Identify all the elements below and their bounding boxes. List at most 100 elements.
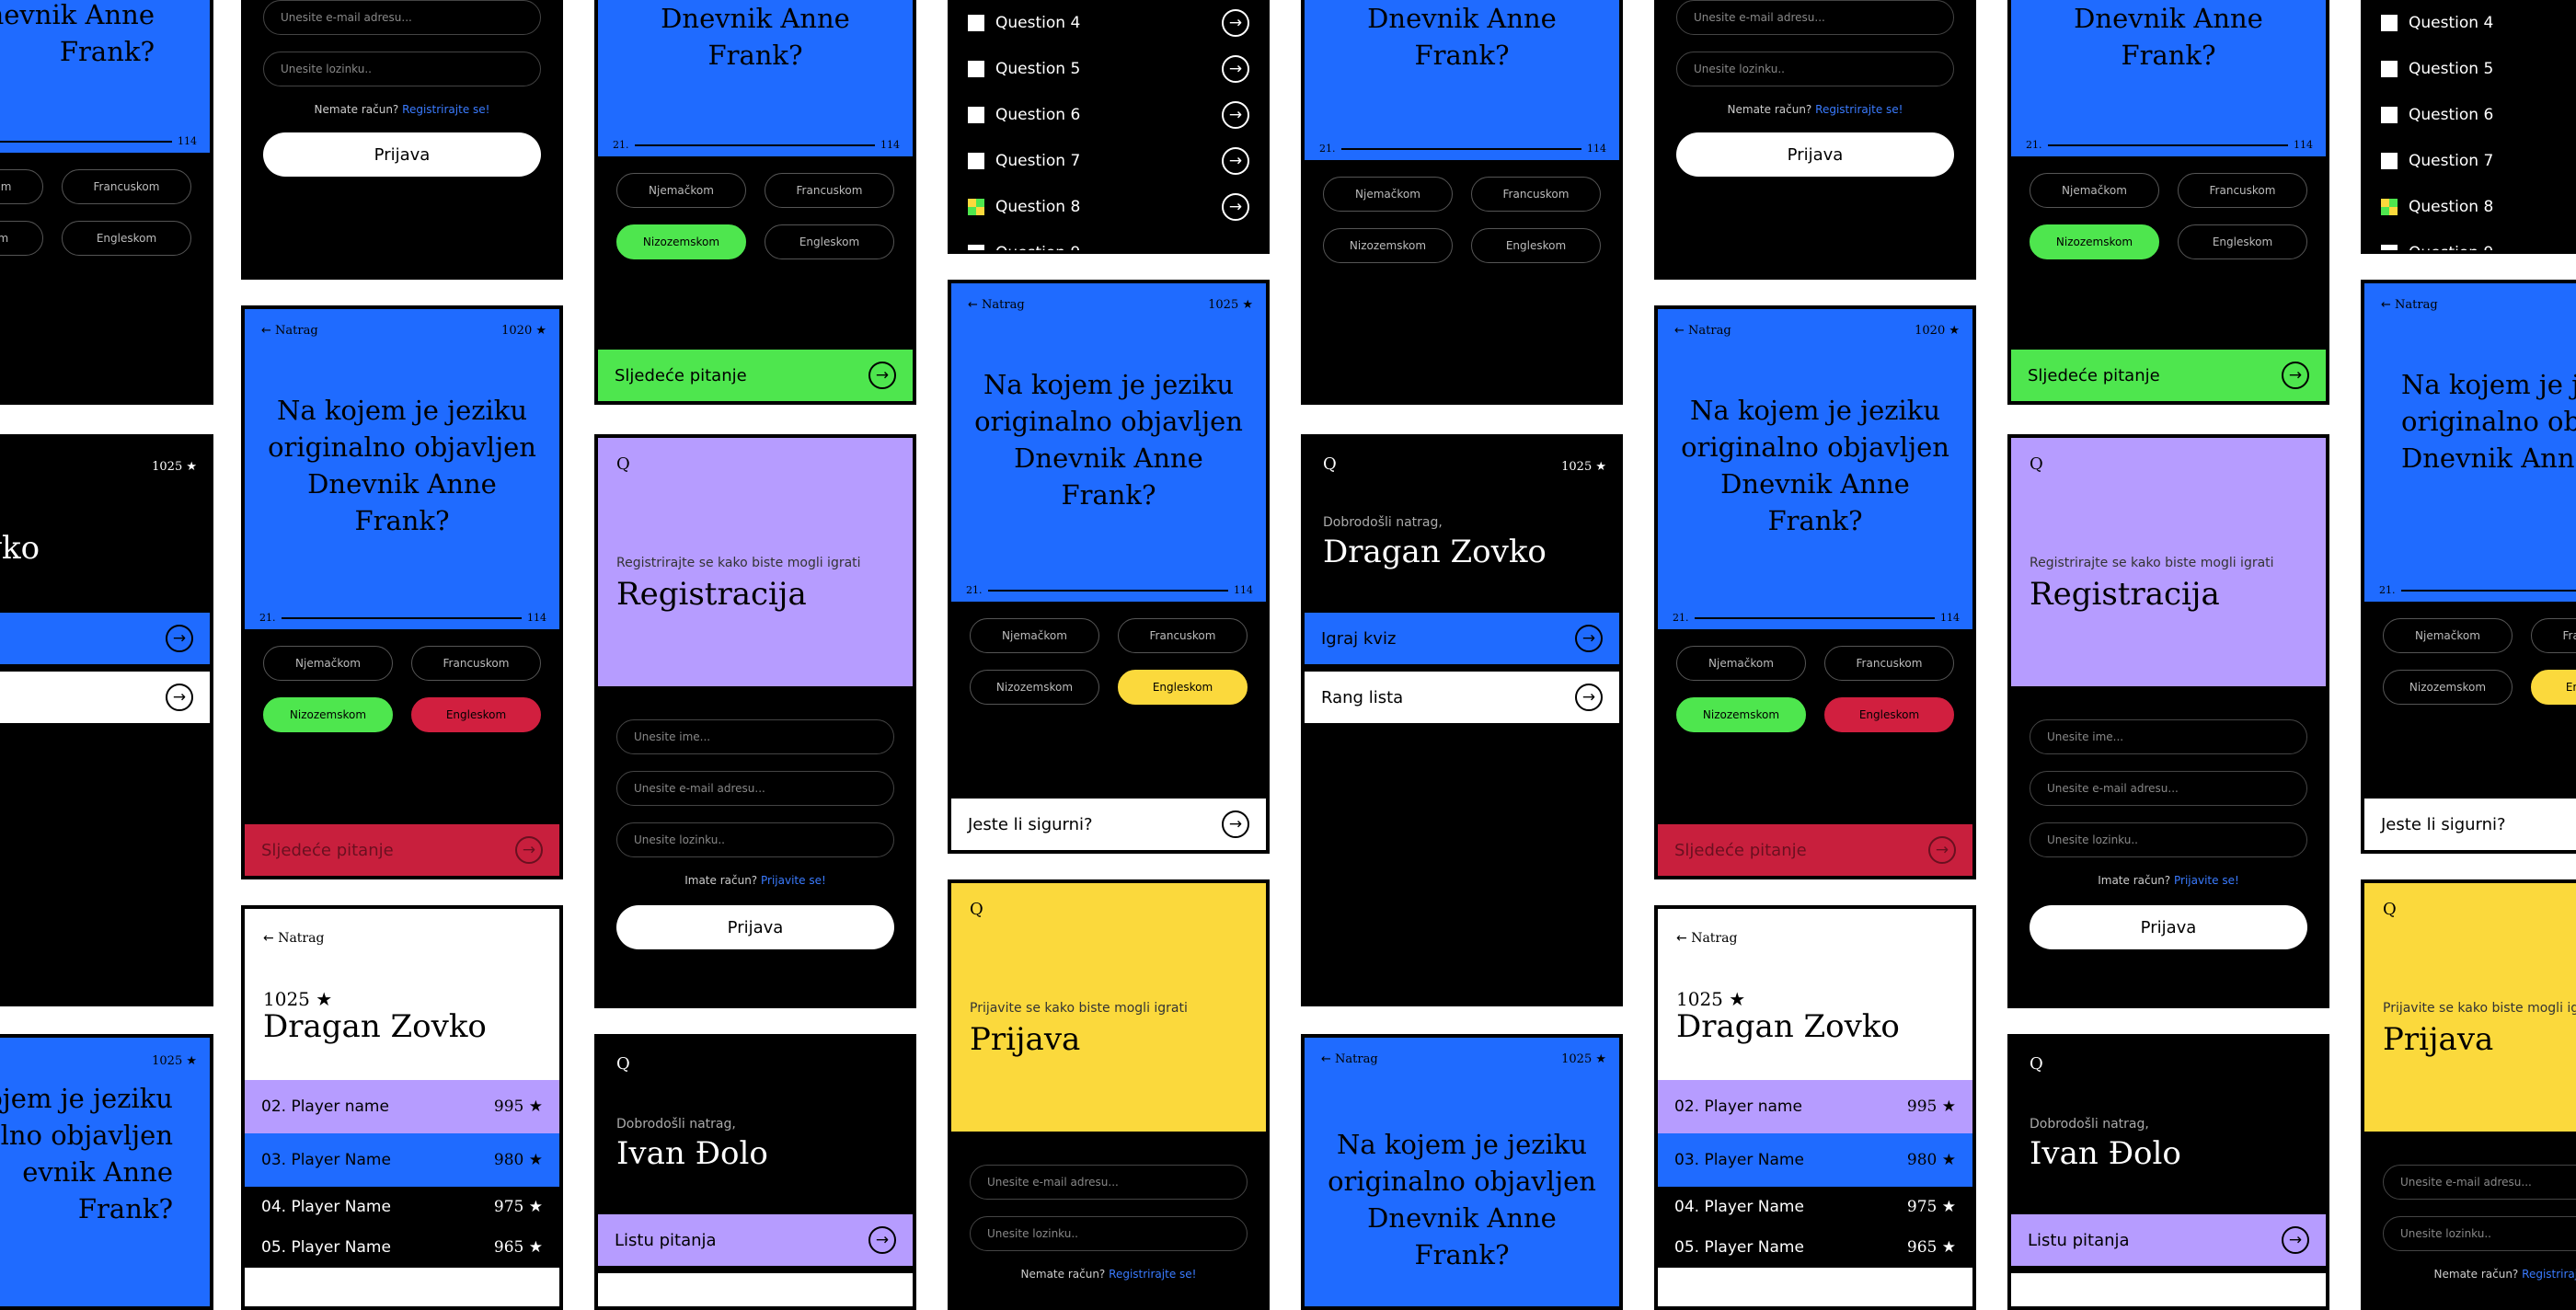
checkbox[interactable] [968,61,984,77]
answer-option[interactable]: Francuskom [1824,646,1954,681]
login-button[interactable]: Prijava [2030,905,2307,949]
list-item[interactable]: Question 9 [968,230,1249,250]
list-item[interactable]: Question 8 [2381,184,2576,230]
answer-option[interactable]: Nizozemskom [1323,228,1453,263]
login-button[interactable]: Prijava [1676,132,1954,177]
answer-option-selected[interactable]: Engleskom [2531,670,2576,705]
answer-option[interactable]: Francuskom [765,173,894,208]
password-field[interactable]: Unesite lozinku.. [1676,52,1954,86]
answer-option[interactable]: Njemačkom [970,618,1099,653]
answer-option[interactable]: Engleskom [0,221,43,256]
back-link[interactable]: ← Natrag [2381,298,2438,312]
table-row: 04. Player Name 975 ★ [1658,1187,1972,1227]
email-field[interactable]: Unesite e-mail adresu... [2383,1165,2576,1200]
list-item[interactable]: Question 6 [2381,92,2576,138]
answer-option[interactable]: Francuskom [1118,618,1248,653]
back-link[interactable]: ← Natrag [263,931,324,946]
question-list-button[interactable]: Listu pitanja → [2011,1214,2326,1266]
question-list-button[interactable]: Listu pitanja → [598,1214,913,1266]
answer-option[interactable]: Njemačkom [616,173,746,208]
answer-option[interactable]: Njemačkom [2030,173,2159,208]
confirm-button[interactable]: Jeste li sigurni? → [951,799,1266,850]
checkbox[interactable] [2381,153,2398,169]
next-question-button[interactable]: Sljedeće pitanje → [1658,824,1972,876]
register-link[interactable]: Registrirajte se! [1109,1268,1196,1281]
login-button[interactable]: Prijava [616,905,894,949]
password-field[interactable]: Unesite lozinku.. [263,52,541,86]
answer-option-wrong[interactable]: Engleskom [1824,697,1954,732]
register-link[interactable]: Registrirajte se! [1815,103,1903,116]
answer-option[interactable]: Nizozemskom [2383,670,2513,705]
back-link[interactable]: ← Natrag [1321,1052,1378,1066]
back-link[interactable]: ← Natrag [1676,931,1737,946]
back-link[interactable]: ← Natrag [1674,324,1731,338]
list-item[interactable]: Question 8 → [968,184,1249,230]
email-field[interactable]: Unesite e-mail adresu... [970,1165,1248,1200]
answer-option[interactable]: Francuskom [2178,173,2307,208]
password-field[interactable]: Unesite lozinku.. [970,1216,1248,1251]
name-field[interactable]: Unesite ime... [2030,719,2307,754]
ranking-button[interactable]: → [0,672,210,723]
answer-option[interactable]: Francuskom [411,646,541,681]
answer-option[interactable]: Njemačkom [263,646,393,681]
email-field[interactable]: Unesite e-mail adresu... [616,771,894,806]
answer-option[interactable]: Engleskom [765,224,894,259]
answer-option-correct[interactable]: Nizozemskom [2030,224,2159,259]
list-item[interactable]: Question 6 → [968,92,1249,138]
login-button[interactable]: Prijava [263,132,541,177]
register-link[interactable]: Registrirajte se! [2522,1268,2576,1281]
answer-option-selected[interactable]: Engleskom [1118,670,1248,705]
name-field[interactable]: Unesite ime... [616,719,894,754]
answer-option[interactable]: Nizozemskom [970,670,1099,705]
list-item[interactable]: Question 7 → [968,138,1249,184]
checkbox[interactable] [968,153,984,169]
list-item[interactable]: Question 5 [2381,46,2576,92]
checkbox[interactable] [2381,15,2398,31]
list-item[interactable]: Question 4 [2381,0,2576,46]
confirm-button[interactable]: Jeste li sigurni? [2364,799,2576,850]
email-field[interactable]: Unesite e-mail adresu... [263,0,541,35]
play-quiz-button[interactable]: → [0,613,210,664]
next-question-button[interactable]: Sljedeće pitanje → [2011,350,2326,401]
checkbox[interactable] [2381,107,2398,123]
list-item[interactable]: Question 9 [2381,230,2576,250]
back-link[interactable]: ← Natrag [261,324,318,338]
answer-option[interactable]: Njemačkom [2383,618,2513,653]
answer-option[interactable]: Njemačkom [1676,646,1806,681]
email-field[interactable]: Unesite e-mail adresu... [2030,771,2307,806]
answer-option-correct[interactable]: Nizozemskom [1676,697,1806,732]
answer-option[interactable]: Francuskom [1471,177,1601,212]
ranking-button[interactable]: Rang lista → [1305,672,1619,723]
answer-option-correct[interactable]: Nizozemskom [616,224,746,259]
answer-option[interactable]: Engleskom [1471,228,1601,263]
checkbox[interactable] [968,15,984,31]
answer-option[interactable]: Francuskom [0,169,43,204]
email-field[interactable]: Unesite e-mail adresu... [1676,0,1954,35]
answer-option[interactable]: Engleskom [62,221,191,256]
checkbox[interactable] [2381,61,2398,77]
list-item[interactable]: Question 4 → [968,0,1249,46]
list-item[interactable]: Question 7 [2381,138,2576,184]
answer-option[interactable]: Francuskom [62,169,191,204]
next-question-button[interactable]: Sljedeće pitanje → [598,350,913,401]
password-field[interactable]: Unesite lozinku.. [2030,822,2307,857]
checkbox[interactable] [968,245,984,250]
menu-button[interactable] [598,1273,913,1306]
password-field[interactable]: Unesite lozinku.. [616,822,894,857]
login-link[interactable]: Prijavite se! [761,874,826,887]
answer-option[interactable]: Francuskom [2531,618,2576,653]
answer-option-wrong[interactable]: Engleskom [411,697,541,732]
answer-option[interactable]: Njemačkom [1323,177,1453,212]
menu-button[interactable] [2011,1273,2326,1306]
login-link[interactable]: Prijavite se! [2174,874,2239,887]
password-field[interactable]: Unesite lozinku.. [2383,1216,2576,1251]
answer-option-correct[interactable]: Nizozemskom [263,697,393,732]
checkbox[interactable] [968,107,984,123]
play-quiz-button[interactable]: Igraj kviz → [1305,613,1619,664]
back-link[interactable]: ← Natrag [968,298,1025,312]
register-link[interactable]: Registrirajte se! [402,103,489,116]
checkbox[interactable] [2381,245,2398,250]
answer-option[interactable]: Engleskom [2178,224,2307,259]
list-item[interactable]: Question 5 → [968,46,1249,92]
next-question-button[interactable]: Sljedeće pitanje → [245,824,559,876]
